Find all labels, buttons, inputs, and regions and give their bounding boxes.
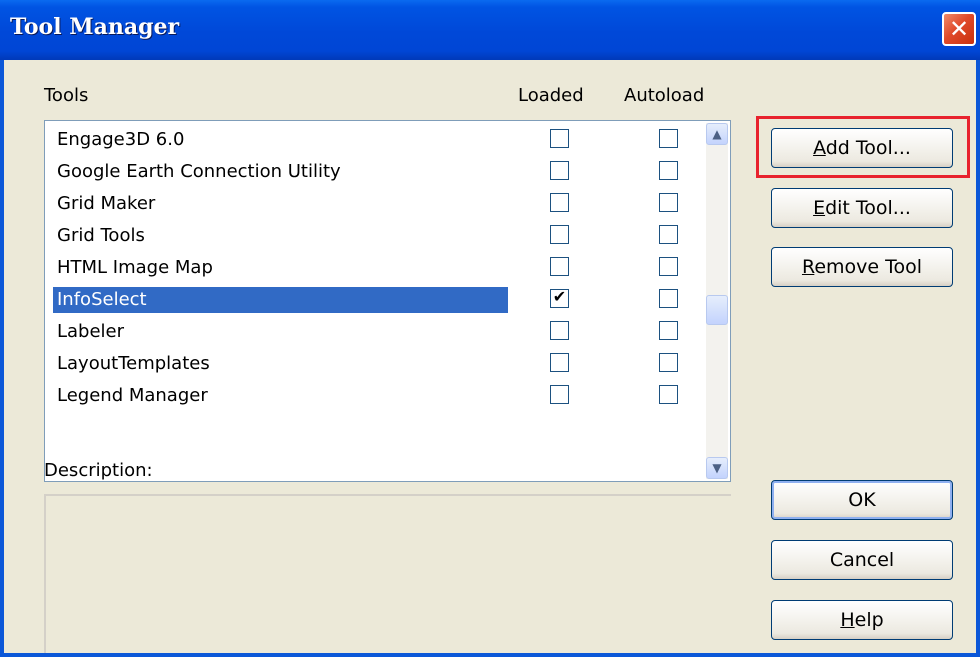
autoload-checkbox[interactable] [659,385,678,404]
scroll-down-button[interactable]: ▼ [706,457,728,479]
autoload-column-header: Autoload [624,85,705,106]
tool-name: Engage3D 6.0 [57,129,185,150]
chevron-down-icon: ▼ [712,461,722,475]
loaded-checkbox[interactable] [550,225,569,244]
autoload-checkbox[interactable] [659,289,678,308]
scroll-up-button[interactable]: ▲ [706,123,728,145]
add-tool-highlight [756,116,970,178]
scroll-thumb[interactable] [706,295,728,325]
tool-list-item[interactable]: LayoutTemplates [45,347,730,379]
loaded-checkbox[interactable] [550,161,569,180]
autoload-checkbox[interactable] [659,353,678,372]
autoload-checkbox[interactable] [659,321,678,340]
tool-name: InfoSelect [53,287,508,313]
tool-name: Legend Manager [57,385,208,406]
window-title: Tool Manager [10,14,180,40]
tool-list-item[interactable]: InfoSelect [45,283,730,315]
help-button[interactable]: Help [771,600,953,640]
tool-list-item[interactable]: HTML Image Map [45,251,730,283]
autoload-checkbox[interactable] [659,257,678,276]
autoload-checkbox[interactable] [659,225,678,244]
loaded-checkbox[interactable] [550,353,569,372]
edit-tool-button[interactable]: Edit Tool... [771,188,953,228]
tool-name: HTML Image Map [57,257,213,278]
tool-name: Labeler [57,321,125,342]
loaded-column-header: Loaded [518,85,584,106]
cancel-button[interactable]: Cancel [771,540,953,580]
loaded-checkbox[interactable] [550,257,569,276]
tool-name: Google Earth Connection Utility [57,161,341,182]
loaded-checkbox[interactable] [550,385,569,404]
tool-name: LayoutTemplates [57,353,210,374]
tool-name: Grid Maker [57,193,156,214]
description-box [44,494,731,653]
tool-list-item[interactable]: Labeler [45,315,730,347]
close-button[interactable]: ✕ [942,12,976,46]
tool-list-item[interactable]: Legend Manager [45,379,730,411]
description-label: Description: [44,460,153,481]
loaded-checkbox[interactable] [550,287,569,308]
loaded-checkbox[interactable] [550,321,569,340]
tool-list-item[interactable]: Google Earth Connection Utility [45,155,730,187]
ok-button[interactable]: OK [771,480,953,520]
remove-tool-button[interactable]: Remove Tool [771,247,953,287]
chevron-up-icon: ▲ [712,127,722,141]
tools-list[interactable]: Engage3D 6.0 Google Earth Connection Util… [44,120,731,482]
tool-list-item[interactable]: Grid Maker [45,187,730,219]
autoload-checkbox[interactable] [659,161,678,180]
tool-name: Grid Tools [57,225,145,246]
title-bar[interactable]: Tool Manager ✕ [0,0,980,60]
autoload-checkbox[interactable] [659,129,678,148]
list-scrollbar[interactable]: ▲ ▼ [706,123,728,479]
tool-manager-dialog: Tool Manager ✕ Tools Loaded Autoload Eng… [0,0,980,657]
autoload-checkbox[interactable] [659,193,678,212]
tool-list-item[interactable]: Engage3D 6.0 [45,123,730,155]
close-icon: ✕ [948,15,970,43]
loaded-checkbox[interactable] [550,129,569,148]
tool-list-item[interactable]: Grid Tools [45,219,730,251]
dialog-body: Tools Loaded Autoload Engage3D 6.0 Google… [4,60,976,653]
loaded-checkbox[interactable] [550,193,569,212]
tools-column-header: Tools [44,85,89,106]
